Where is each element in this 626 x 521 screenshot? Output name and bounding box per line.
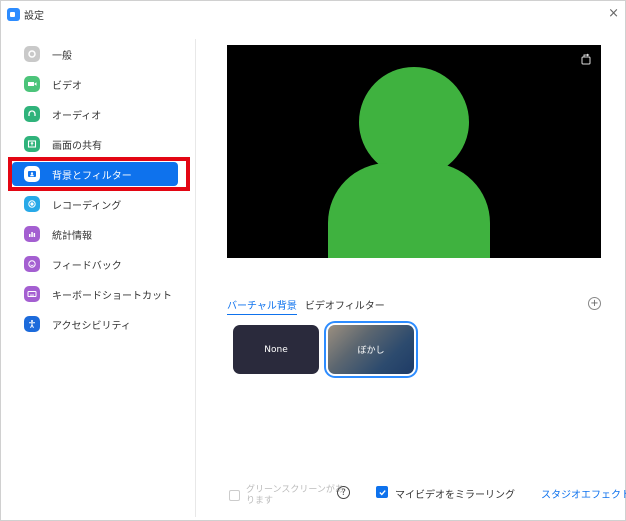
sidebar-item-label: キーボードショートカット [52,290,172,302]
mirror-video-label: マイビデオをミラーリング [395,490,515,501]
sidebar-item-screen-share[interactable]: 画面の共有 [9,129,195,159]
avatar-placeholder-body [328,163,490,258]
zoom-app-icon [7,7,20,21]
gear-icon [24,46,40,62]
sidebar-item-statistics[interactable]: 統計情報 [9,219,195,249]
sidebar-item-label: アクセシビリティ [52,320,131,332]
sidebar-item-label: フィードバック [52,260,122,272]
background-option-label: None [264,344,288,355]
sidebar-item-recording[interactable]: レコーディング [9,189,195,219]
sidebar-item-label: レコーディング [52,200,122,212]
sidebar-item-audio[interactable]: オーディオ [9,99,195,129]
background-option-none[interactable]: None [233,325,319,374]
rotate-camera-icon[interactable] [580,53,592,65]
background-option-label: ぼかし [357,346,385,356]
help-icon[interactable]: ? [337,486,350,499]
background-icon [24,166,40,182]
feedback-icon [24,256,40,272]
stats-icon [24,226,40,242]
sidebar-item-video[interactable]: ビデオ [9,69,195,99]
background-option-blur[interactable]: ぼかし [328,325,414,374]
headphones-icon [24,106,40,122]
sidebar-item-label: 一般 [52,50,72,62]
tab-video-filters[interactable]: ビデオフィルター [305,297,385,315]
sidebar-item-background-filters[interactable]: 背景とフィルター [8,157,195,191]
settings-window: 設定 × 一般 ビデオ オーディオ 画面の共有 背景とフィルター レコーディング… [0,0,626,521]
background-tabs: バーチャル背景 ビデオフィルター [227,297,385,315]
accessibility-icon [24,316,40,332]
settings-footer: グリーンスクリーンがあります ? マイビデオをミラーリング スタジオエフェクト [227,483,626,513]
checkmark-icon [378,489,386,495]
sidebar-item-keyboard-shortcuts[interactable]: キーボードショートカット [9,279,195,309]
sidebar-item-label: ビデオ [52,80,82,92]
sidebar-item-label: オーディオ [52,110,102,122]
mirror-video-checkbox[interactable] [376,486,388,498]
green-screen-checkbox[interactable] [229,490,240,501]
title-bar: 設定 × [1,1,626,27]
video-icon [24,76,40,92]
keyboard-icon [24,286,40,302]
sidebar-item-label: 背景とフィルター [52,170,132,182]
sidebar-item-general[interactable]: 一般 [9,39,195,69]
studio-effects-link[interactable]: スタジオエフェクト [541,486,626,501]
video-preview [227,45,601,258]
add-icon[interactable]: + [588,297,601,310]
sidebar-item-accessibility[interactable]: アクセシビリティ [9,309,195,339]
avatar-placeholder-head [359,67,469,177]
close-button[interactable]: × [608,6,619,21]
sidebar-item-label: 統計情報 [52,230,92,242]
green-screen-label: グリーンスクリーンがあります [246,485,344,506]
settings-sidebar: 一般 ビデオ オーディオ 画面の共有 背景とフィルター レコーディング 統計情報… [8,39,196,517]
window-title: 設定 [24,10,44,22]
record-icon [24,196,40,212]
sidebar-item-feedback[interactable]: フィードバック [9,249,195,279]
tab-virtual-background[interactable]: バーチャル背景 [227,297,297,315]
share-screen-icon [24,136,40,152]
sidebar-item-label: 画面の共有 [52,140,102,152]
